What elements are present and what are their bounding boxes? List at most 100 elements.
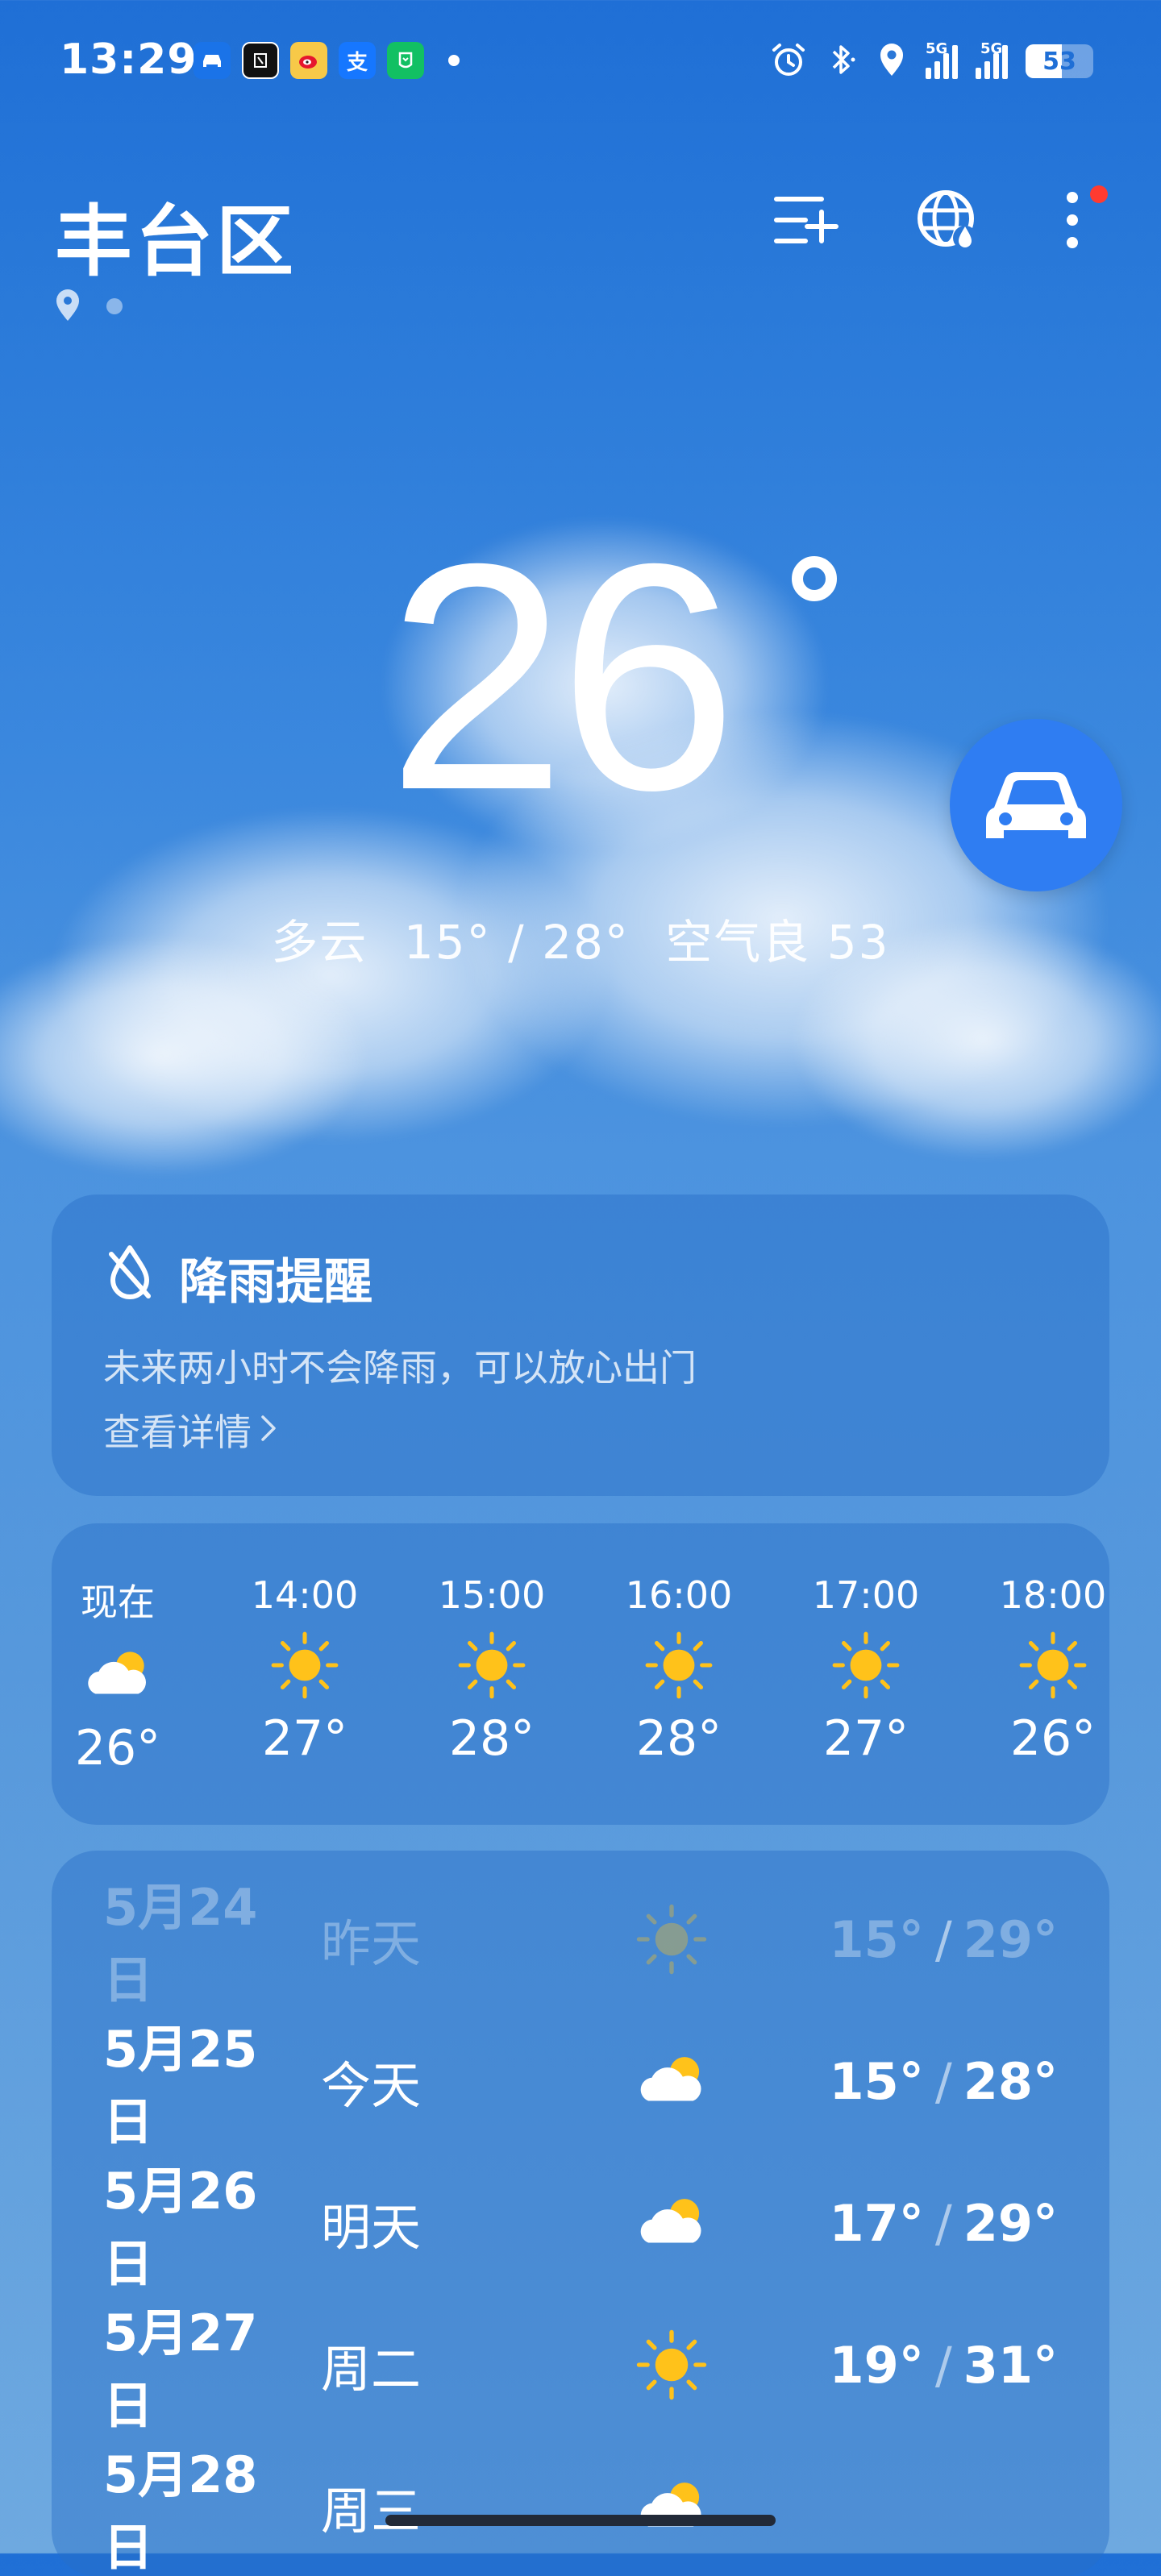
sun-icon xyxy=(411,1625,572,1706)
cloud-sun-icon xyxy=(627,2183,716,2263)
daily-date: 5月27日 xyxy=(103,2304,258,2435)
daily-date: 5月26日 xyxy=(103,2162,258,2293)
page-dot xyxy=(106,298,123,314)
daily-label: 明天 xyxy=(321,2198,422,2257)
status-bar: 13:29 支 5G 5G 53 xyxy=(0,0,1161,129)
temp-separator: / xyxy=(934,2335,952,2395)
battery-icon: 53 xyxy=(1026,44,1093,78)
hourly-temp: 27° xyxy=(822,1710,909,1767)
daily-row[interactable]: 5月28日 周三 xyxy=(103,2445,1058,2576)
globe-rain-icon xyxy=(918,190,977,250)
global-weather-button[interactable] xyxy=(913,184,985,256)
daily-date: 5月28日 xyxy=(103,2445,258,2576)
daily-temp-range: 15°/28° xyxy=(830,2052,1058,2111)
daily-date: 5月25日 xyxy=(103,2020,258,2151)
car-app-icon xyxy=(194,42,231,79)
daily-low: 19° xyxy=(829,2335,924,2395)
hourly-time: 15:00 xyxy=(438,1573,546,1617)
rain-details-label: 查看详情 xyxy=(103,1411,252,1454)
header-actions xyxy=(769,184,1108,256)
daily-low: 17° xyxy=(829,2193,924,2253)
sun-icon xyxy=(785,1625,947,1706)
sun-icon xyxy=(972,1625,1109,1706)
daily-temp-range: 17°/29° xyxy=(830,2194,1058,2253)
summary-air-quality[interactable]: 空气良 53 xyxy=(665,915,889,970)
daily-low: 15° xyxy=(829,1909,924,1969)
rain-details-link[interactable]: 查看详情 xyxy=(103,1403,1058,1456)
network-type-label: 5G xyxy=(926,40,948,57)
signal-icon: 5G xyxy=(976,40,1008,79)
no-rain-icon xyxy=(103,1243,156,1313)
location-icon xyxy=(876,40,908,82)
hourly-temp: 26° xyxy=(1009,1710,1096,1767)
weather-summary: 多云 15° / 28° 空气良 53 xyxy=(0,904,1161,972)
network-type-label: 5G xyxy=(980,40,1003,57)
notion-app-icon xyxy=(242,42,279,79)
list-add-icon xyxy=(774,197,838,243)
daily-row[interactable]: 5月25日 今天 15°/28° xyxy=(103,2020,1058,2151)
rain-alert-description: 未来两小时不会降雨，可以放心出门 xyxy=(103,1346,697,1390)
mihome-app-icon xyxy=(387,42,424,79)
home-indicator[interactable] xyxy=(385,2515,776,2526)
sun-icon xyxy=(627,1899,716,1980)
daily-forecast-card[interactable]: 5月24日 昨天 15°/29° 5月25日 今天 15°/28° 5月26日 明天 17°/2… xyxy=(52,1851,1109,2576)
rain-alert-card[interactable]: 降雨提醒 未来两小时不会降雨，可以放心出门 查看详情 xyxy=(52,1195,1109,1496)
sun-icon xyxy=(627,2325,716,2405)
weibo-app-icon xyxy=(290,42,327,79)
signal-icon: 5G xyxy=(926,40,958,79)
daily-high: 31° xyxy=(963,2335,1058,2395)
hourly-time: 18:00 xyxy=(999,1573,1107,1617)
current-temperature: 26 xyxy=(387,497,738,857)
more-notifications-dot xyxy=(448,55,460,66)
more-vertical-icon xyxy=(1067,192,1078,248)
hourly-temp: 27° xyxy=(261,1710,348,1767)
daily-high: 29° xyxy=(963,1909,1058,1969)
hourly-item[interactable]: 16:00 28° xyxy=(598,1573,759,1767)
status-time: 13:29 xyxy=(60,35,198,84)
hourly-time: 14:00 xyxy=(251,1573,359,1617)
hourly-temp: 26° xyxy=(74,1720,161,1776)
cloud-sun-icon xyxy=(52,1635,198,1715)
city-title[interactable]: 丰台区 xyxy=(55,179,297,291)
daily-label: 周二 xyxy=(321,2340,422,2399)
cloud-sun-icon xyxy=(627,2041,716,2121)
sun-icon xyxy=(224,1625,385,1706)
summary-condition: 多云 xyxy=(271,915,368,970)
daily-row[interactable]: 5月26日 明天 17°/29° xyxy=(103,2162,1058,2293)
alarm-icon xyxy=(769,40,808,82)
daily-low: 15° xyxy=(829,2051,924,2111)
cloud-sun-icon xyxy=(627,2466,716,2547)
hourly-item[interactable]: 15:00 28° xyxy=(411,1573,572,1767)
hourly-time: 16:00 xyxy=(625,1573,733,1617)
daily-temp-range: 15°/29° xyxy=(830,1910,1058,1969)
notification-badge xyxy=(1090,185,1108,203)
bluetooth-icon xyxy=(826,40,858,82)
city-manage-button[interactable] xyxy=(769,184,842,256)
rain-alert-heading: 降雨提醒 xyxy=(179,1254,372,1311)
daily-label: 今天 xyxy=(321,2056,422,2115)
daily-label: 昨天 xyxy=(321,1914,422,1973)
chevron-right-icon xyxy=(260,1408,277,1452)
hourly-temp: 28° xyxy=(448,1710,535,1767)
daily-row[interactable]: 5月27日 周二 19°/31° xyxy=(103,2304,1058,2435)
temp-separator: / xyxy=(934,2051,952,2111)
degree-symbol xyxy=(792,556,837,601)
hourly-item[interactable]: 17:00 27° xyxy=(785,1573,947,1767)
daily-label: 周三 xyxy=(321,2482,422,2541)
temp-separator: / xyxy=(934,2193,952,2253)
temp-separator: / xyxy=(934,1909,952,1969)
location-pin-icon xyxy=(53,287,82,326)
notification-icons: 支 xyxy=(194,42,460,79)
daily-high: 29° xyxy=(963,2193,1058,2253)
hourly-item[interactable]: 14:00 27° xyxy=(224,1573,385,1767)
system-status-icons: 5G 5G 53 xyxy=(769,40,1093,82)
hourly-item[interactable]: 现在 26° xyxy=(52,1573,198,1776)
rain-alert-title: 降雨提醒 xyxy=(103,1243,1058,1313)
hourly-forecast-card[interactable]: 现在 26° 14:00 27° 15:00 28° 16:00 28° 17:00 27° 18:… xyxy=(52,1523,1109,1825)
more-menu-button[interactable] xyxy=(1056,184,1108,256)
hourly-temp: 28° xyxy=(635,1710,722,1767)
sun-icon xyxy=(598,1625,759,1706)
driving-weather-button[interactable] xyxy=(950,719,1122,891)
daily-row[interactable]: 5月24日 昨天 15°/29° xyxy=(103,1878,1058,2009)
hourly-item[interactable]: 18:00 26° xyxy=(972,1573,1109,1767)
